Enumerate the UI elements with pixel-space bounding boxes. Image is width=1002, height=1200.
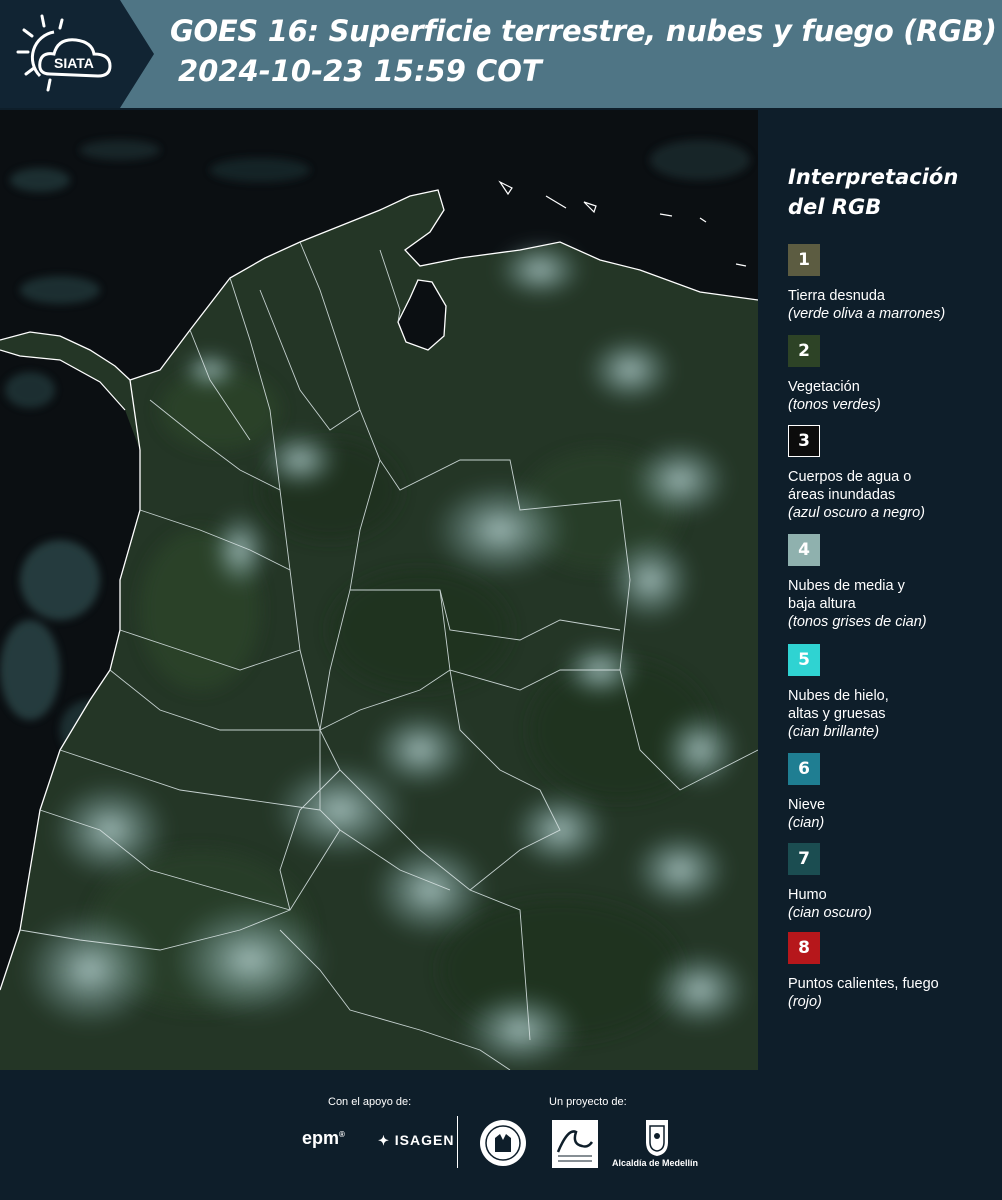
legend-swatch-2: 2 (788, 335, 820, 367)
legend-swatch-5: 5 (788, 644, 820, 676)
header: SIATA GOES 16: Superficie terrestre, nub… (0, 0, 1002, 108)
legend-swatch-4: 4 (788, 534, 820, 566)
legend-label-8: Puntos calientes, fuego (788, 976, 939, 992)
legend-note-7: (cian oscuro) (788, 905, 872, 921)
legend-note-1: (verde oliva a marrones) (788, 306, 946, 322)
legend-swatch-7: 7 (788, 843, 820, 875)
support-label: Con el apoyo de: (328, 1096, 412, 1108)
epm-logo: epm® (302, 1128, 345, 1148)
legend-swatch-6: 6 (788, 753, 820, 785)
isagen-logo: ✦ ISAGEN (378, 1132, 454, 1149)
legend-item-ice-clouds: 5 Nubes de hielo, altas y gruesas (cian … (788, 644, 993, 742)
legend-item-water: 3 Cuerpos de agua o áreas inundadas (azu… (788, 425, 993, 523)
legend-title: Interpretación del RGB (788, 165, 959, 219)
legend-label-1: Tierra desnuda (788, 288, 885, 304)
legend-label-4: Nubes de media y baja altura (788, 578, 905, 612)
legend-label-2: Vegetación (788, 379, 860, 395)
medellin-shield-icon (646, 1120, 668, 1156)
isagen-icon: ✦ (378, 1133, 390, 1148)
legend-item-fire: 8 Puntos calientes, fuego (rojo) (788, 932, 993, 1012)
legend-item-snow: 6 Nieve (cian) (788, 753, 993, 833)
isagen-logo-text: ISAGEN (394, 1132, 455, 1148)
legend-note-3: (azul oscuro a negro) (788, 505, 926, 521)
page-timestamp: 2024-10-23 15:59 COT (178, 54, 542, 88)
legend-note-8: (rojo) (788, 994, 822, 1010)
legend-note-2: (tonos verdes) (788, 397, 881, 413)
epm-logo-text: epm (302, 1128, 340, 1148)
legend-note-5: (cian brillante) (788, 724, 880, 740)
siata-logo: SIATA (14, 12, 124, 96)
legend-item-smoke: 7 Humo (cian oscuro) (788, 843, 993, 923)
legend-swatch-8: 8 (788, 932, 820, 964)
legend-label-7: Humo (788, 887, 827, 903)
legend-swatch-1: 1 (788, 244, 820, 276)
project-label: Un proyecto de: (549, 1096, 627, 1108)
alcaldia-medellin-label: Alcaldía de Medellín (612, 1158, 699, 1168)
page-title: GOES 16: Superficie terrestre, nubes y f… (170, 14, 997, 48)
legend-note-6: (cian) (788, 815, 825, 831)
logo-text: SIATA (54, 55, 94, 71)
satellite-map (0, 110, 758, 1070)
legend-swatch-3: 3 (788, 425, 820, 457)
footer-divider (457, 1116, 458, 1168)
legend-item-vegetation: 2 Vegetación (tonos verdes) (788, 335, 993, 415)
footer: Con el apoyo de: Un proyecto de: epm® ✦ … (0, 1070, 1002, 1200)
legend-item-bare-soil: 1 Tierra desnuda (verde oliva a marrones… (788, 244, 993, 324)
legend-label-6: Nieve (788, 797, 826, 813)
legend-panel: Interpretación del RGB 1 Tierra desnuda … (772, 110, 997, 1070)
legend-note-4: (tonos grises de cian) (788, 614, 927, 630)
legend-label-3: Cuerpos de agua o áreas inundadas (788, 469, 912, 503)
legend-label-5: Nubes de hielo, altas y gruesas (788, 688, 889, 722)
university-seal-icon (480, 1120, 526, 1166)
area-metropolitana-logo (552, 1120, 598, 1168)
legend-item-low-clouds: 4 Nubes de media y baja altura (tonos gr… (788, 534, 993, 632)
